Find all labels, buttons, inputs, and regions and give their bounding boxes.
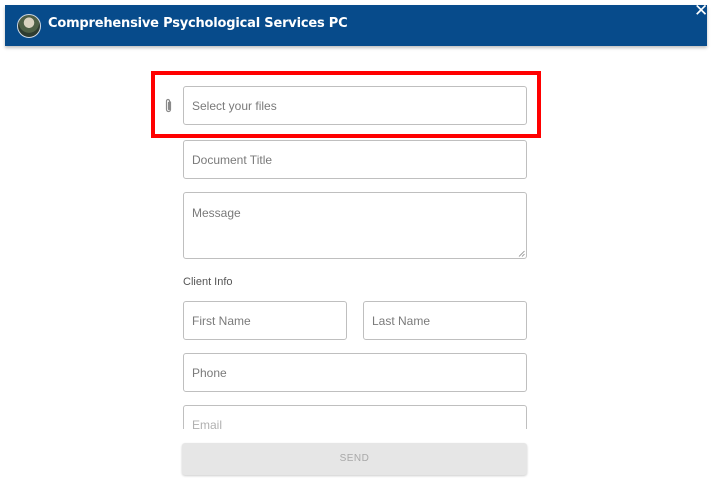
- paperclip-icon[interactable]: [163, 98, 174, 114]
- file-select-placeholder: Select your files: [192, 99, 277, 113]
- header-title: Comprehensive Psychological Services PC: [48, 16, 348, 31]
- org-logo: [17, 14, 41, 38]
- email-field-viewport: Email: [183, 405, 527, 429]
- document-title-placeholder: Document Title: [192, 153, 273, 167]
- first-name-placeholder: First Name: [192, 314, 251, 328]
- last-name-input[interactable]: Last Name: [363, 301, 527, 340]
- send-button[interactable]: SEND: [182, 443, 527, 475]
- close-icon[interactable]: ✕: [694, 1, 708, 21]
- document-title-input[interactable]: Document Title: [183, 140, 527, 179]
- phone-input[interactable]: Phone: [183, 353, 527, 392]
- last-name-placeholder: Last Name: [372, 314, 431, 328]
- client-info-label: Client Info: [183, 276, 233, 288]
- app-header: Comprehensive Psychological Services PC: [5, 5, 707, 46]
- first-name-input[interactable]: First Name: [183, 301, 347, 340]
- file-select-input[interactable]: Select your files: [183, 86, 527, 125]
- message-placeholder: Message: [192, 206, 241, 220]
- email-input[interactable]: Email: [183, 405, 527, 429]
- resize-handle-icon[interactable]: [518, 250, 525, 257]
- phone-placeholder: Phone: [192, 366, 227, 380]
- message-textarea[interactable]: Message: [183, 192, 527, 259]
- email-placeholder: Email: [192, 418, 223, 429]
